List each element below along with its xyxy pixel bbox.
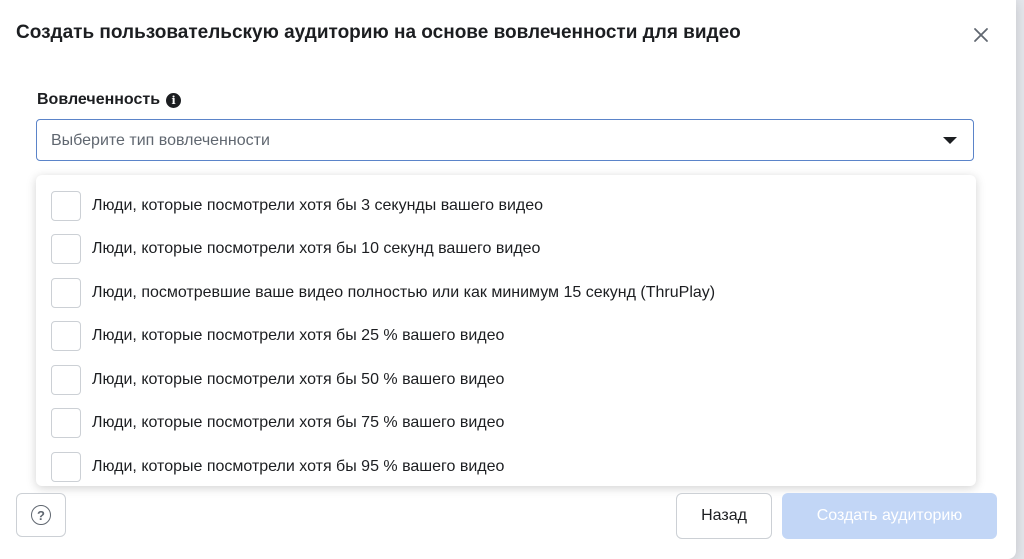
create-audience-button[interactable]: Создать аудиторию <box>782 493 997 539</box>
engagement-option-50-percent[interactable]: Люди, которые посмотрели хотя бы 50 % ва… <box>36 358 976 402</box>
engagement-options-dropdown: Люди, которые посмотрели хотя бы 3 секун… <box>36 175 976 486</box>
engagement-type-select[interactable]: Выберите тип вовлеченности <box>36 119 974 161</box>
modal-title: Создать пользовательскую аудиторию на ос… <box>16 22 741 43</box>
option-checkbox[interactable] <box>51 277 81 308</box>
engagement-option-thruplay[interactable]: Люди, посмотревшие ваше видео полностью … <box>36 271 976 315</box>
option-label: Люди, которые посмотрели хотя бы 50 % ва… <box>92 370 505 388</box>
option-checkbox[interactable] <box>51 364 81 395</box>
option-checkbox[interactable] <box>51 408 81 439</box>
engagement-option-25-percent[interactable]: Люди, которые посмотрели хотя бы 25 % ва… <box>36 315 976 359</box>
option-label: Люди, которые посмотрели хотя бы 75 % ва… <box>92 414 505 432</box>
engagement-option-10-seconds[interactable]: Люди, которые посмотрели хотя бы 10 секу… <box>36 228 976 272</box>
engagement-option-3-seconds[interactable]: Люди, которые посмотрели хотя бы 3 секун… <box>36 184 976 228</box>
help-button[interactable]: ? <box>16 493 66 537</box>
question-icon: ? <box>31 505 51 525</box>
close-button[interactable] <box>966 20 996 50</box>
caret-down-icon <box>943 137 957 144</box>
option-checkbox[interactable] <box>51 451 81 482</box>
engagement-label: Вовлеченность <box>37 91 161 108</box>
option-label: Люди, которые посмотрели хотя бы 3 секун… <box>92 196 544 214</box>
engagement-option-95-percent[interactable]: Люди, которые посмотрели хотя бы 95 % ва… <box>36 445 976 489</box>
option-label: Люди, посмотревшие ваше видео полностью … <box>92 283 716 301</box>
option-label: Люди, которые посмотрели хотя бы 10 секу… <box>92 240 541 258</box>
create-audience-modal: Создать пользовательскую аудиторию на ос… <box>0 0 1016 559</box>
back-button[interactable]: Назад <box>676 493 772 539</box>
option-checkbox[interactable] <box>51 190 81 221</box>
info-icon[interactable]: i <box>166 92 182 108</box>
engagement-option-75-percent[interactable]: Люди, которые посмотрели хотя бы 75 % ва… <box>36 402 976 446</box>
engagement-label-row: Вовлеченность i <box>37 91 182 109</box>
option-checkbox[interactable] <box>51 321 81 352</box>
option-label: Люди, которые посмотрели хотя бы 25 % ва… <box>92 327 505 345</box>
close-icon <box>974 28 988 42</box>
option-label: Люди, которые посмотрели хотя бы 95 % ва… <box>92 457 505 475</box>
select-placeholder: Выберите тип вовлеченности <box>51 132 270 149</box>
option-checkbox[interactable] <box>51 234 81 265</box>
